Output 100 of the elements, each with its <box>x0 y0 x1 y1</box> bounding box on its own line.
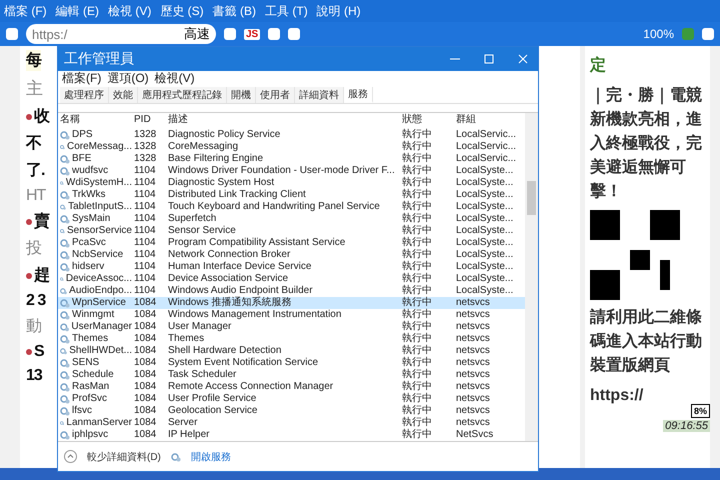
tab[interactable]: 詳細資料 <box>295 86 344 104</box>
table-cell-text: 執行中 <box>401 381 433 392</box>
menu-item[interactable]: 檢視 (V) <box>108 2 152 20</box>
tab[interactable]: 應用程式歷程記錄 <box>138 86 227 104</box>
gear-icon <box>60 298 70 308</box>
table-cell-text: 執行中 <box>401 153 433 164</box>
table-cell-text: LocalSyste... <box>455 237 514 250</box>
service-row[interactable]: Schedule 1084 Task Scheduler 執行中 netsvcs <box>58 369 525 382</box>
url-field[interactable]: https:/ 高速 <box>26 24 216 44</box>
table-cell-text: IP Helper <box>167 429 211 442</box>
menu-item[interactable]: 檔案(F) <box>62 70 102 88</box>
tab[interactable]: 效能 <box>109 86 138 104</box>
table-cell-text: 1104 <box>133 249 157 262</box>
gear-icon <box>170 452 181 462</box>
service-row[interactable]: TrkWks 1104 Distributed Link Tracking Client 執行中 LocalSyste... <box>58 189 525 202</box>
clock-time: 09:16:55 <box>663 420 710 432</box>
scrollbar[interactable] <box>525 113 538 442</box>
menu-item[interactable]: 檢視(V) <box>154 70 195 88</box>
menu-item[interactable]: 選項(O) <box>107 70 149 88</box>
close-button[interactable] <box>518 54 528 64</box>
service-row[interactable]: DeviceAssoc... 1104 Device Association Service 執行中 LocalSyste... <box>58 273 525 286</box>
table-cell-text: netsvcs <box>455 417 491 430</box>
gear-icon <box>60 334 70 344</box>
service-row[interactable]: SysMain 1104 Superfetch 執行中 LocalSyste... <box>58 213 525 226</box>
sidebar-text: 定 <box>590 55 606 76</box>
column-header[interactable]: 群組 <box>454 114 520 126</box>
table-cell-text: 執行中 <box>401 225 433 236</box>
service-row[interactable]: SENS 1084 System Event Notification Service 執行中 netsvcs <box>58 357 525 370</box>
menu-item[interactable]: 檔案 (F) <box>4 2 47 20</box>
table-cell-text: LocalSyste... <box>455 213 514 226</box>
service-row[interactable]: ShellHWDet... 1084 Shell Hardware Detection 執行中 netsvcs <box>58 345 525 358</box>
table-cell-text: netsvcs <box>455 369 491 382</box>
table-cell-text: 1328 <box>133 129 158 142</box>
table-cell: TrkWks <box>72 189 106 202</box>
table-cell: RasMan <box>72 381 110 394</box>
service-row[interactable]: WpnService 1084 Windows 推播通知系統服務 執行中 netsvcs <box>58 297 525 310</box>
service-row[interactable]: DPS 1328 Diagnostic Policy Service 執行中 LocalServic... <box>58 129 525 142</box>
service-row[interactable]: LanmanServer 1084 Server 執行中 netsvcs <box>58 417 525 430</box>
gear-icon <box>60 394 70 404</box>
gear-icon <box>60 166 70 176</box>
table-cell-text: 1084 <box>133 405 158 418</box>
sidebar-link[interactable]: https:// <box>590 384 644 408</box>
service-row[interactable]: Winmgmt 1084 Windows Management Instrumentation 執行中 netsvcs <box>58 309 525 322</box>
table-cell: lfsvc <box>72 405 92 418</box>
service-row[interactable]: BFE 1328 Base Filtering Engine 執行中 LocalServic... <box>58 153 525 166</box>
service-row[interactable]: CoreMessag... 1328 CoreMessaging 執行中 LocalServic... <box>58 141 525 154</box>
article-text: HT <box>26 187 46 205</box>
table-cell-text: 執行中 <box>401 213 433 224</box>
menu-item[interactable]: 工具 (T) <box>265 2 308 20</box>
table-cell-text: 1104 <box>133 261 157 274</box>
service-row[interactable]: WdiSystemH... 1104 Diagnostic System Host 執行中 LocalSyste... <box>58 177 525 190</box>
table-cell-text: 執行中 <box>401 309 433 320</box>
table-cell: DeviceAssoc... <box>66 273 132 286</box>
article-text: 2 3 <box>26 292 46 310</box>
service-row[interactable]: TabletInputS... 1104 Touch Keyboard and Handwriting Panel Service 執行中 LocalSyste... <box>58 201 525 214</box>
table-cell-text: 1104 <box>133 237 157 250</box>
article-text: 了. <box>26 161 44 181</box>
table-cell: hidserv <box>72 261 104 274</box>
open-services-link[interactable]: 開啟服務 <box>190 450 231 464</box>
scrollbar-thumb[interactable] <box>527 181 536 216</box>
js-button[interactable]: JS <box>244 28 260 40</box>
table-cell-text: LocalSyste... <box>455 177 514 190</box>
table-cell: Winmgmt <box>72 309 114 322</box>
service-row[interactable]: UserManager 1084 User Manager 執行中 netsvcs <box>58 321 525 334</box>
service-row[interactable]: ProfSvc 1084 User Profile Service 執行中 netsvcs <box>58 393 525 406</box>
service-row[interactable]: lfsvc 1084 Geolocation Service 執行中 netsvcs <box>58 405 525 418</box>
article-text: 13 <box>26 367 42 385</box>
column-header[interactable]: PID <box>132 114 166 126</box>
menu-item[interactable]: 書籤 (B) <box>212 2 256 20</box>
menu-item[interactable]: 說明 (H) <box>316 2 361 20</box>
service-row[interactable]: SensorService 1104 Sensor Service 執行中 LocalSyste... <box>58 225 525 238</box>
service-row[interactable]: iphlpsvc 1084 IP Helper 執行中 NetSvcs <box>58 429 525 442</box>
table-cell-text: netsvcs <box>455 381 491 394</box>
menu-item[interactable]: 歷史 (S) <box>160 2 204 20</box>
tab[interactable]: 處理程序 <box>60 86 109 104</box>
table-cell-text: 執行中 <box>401 177 433 188</box>
table-cell-text: 1104 <box>133 189 157 202</box>
service-row[interactable]: NcbService 1104 Network Connection Broker 執行中 LocalSyste... <box>58 249 525 262</box>
service-row[interactable]: PcaSvc 1104 Program Compatibility Assistant Service 執行中 LocalSyste... <box>58 237 525 250</box>
collapse-icon[interactable] <box>64 450 77 464</box>
table-cell-text: 1104 <box>133 225 157 238</box>
article-text: 賣 <box>34 211 49 232</box>
table-cell-text: 執行中 <box>401 141 433 152</box>
zoom-level[interactable]: 100% <box>643 27 674 41</box>
table-cell-text: LocalSyste... <box>455 189 514 202</box>
fewer-details-button[interactable]: 較少詳細資料(D) <box>87 450 161 464</box>
column-header[interactable]: 狀態 <box>400 114 454 126</box>
table-cell-text: LocalSyste... <box>455 165 514 178</box>
tab[interactable]: 開機 <box>227 86 256 104</box>
maximize-button[interactable] <box>484 54 494 64</box>
service-row[interactable]: hidserv 1104 Human Interface Device Service 執行中 LocalSyste... <box>58 261 525 274</box>
menu-item[interactable]: 編輯 (E) <box>56 2 99 20</box>
column-header[interactable]: 描述 <box>166 114 400 126</box>
service-row[interactable]: wudfsvc 1104 Windows Driver Foundation - User-mode Driver F... 執行中 LocalSyste... <box>58 165 525 178</box>
column-header[interactable]: 名稱 <box>58 114 132 126</box>
service-row[interactable]: AudioEndpo... 1104 Windows Audio Endpoint Builder 執行中 LocalSyste... <box>58 285 525 298</box>
tab[interactable]: 使用者 <box>256 86 295 104</box>
table-cell-text: Diagnostic Policy Service <box>167 129 282 142</box>
service-row[interactable]: RasMan 1084 Remote Access Connection Manager 執行中 netsvcs <box>58 381 525 394</box>
service-row[interactable]: Themes 1084 Themes 執行中 netsvcs <box>58 333 525 346</box>
